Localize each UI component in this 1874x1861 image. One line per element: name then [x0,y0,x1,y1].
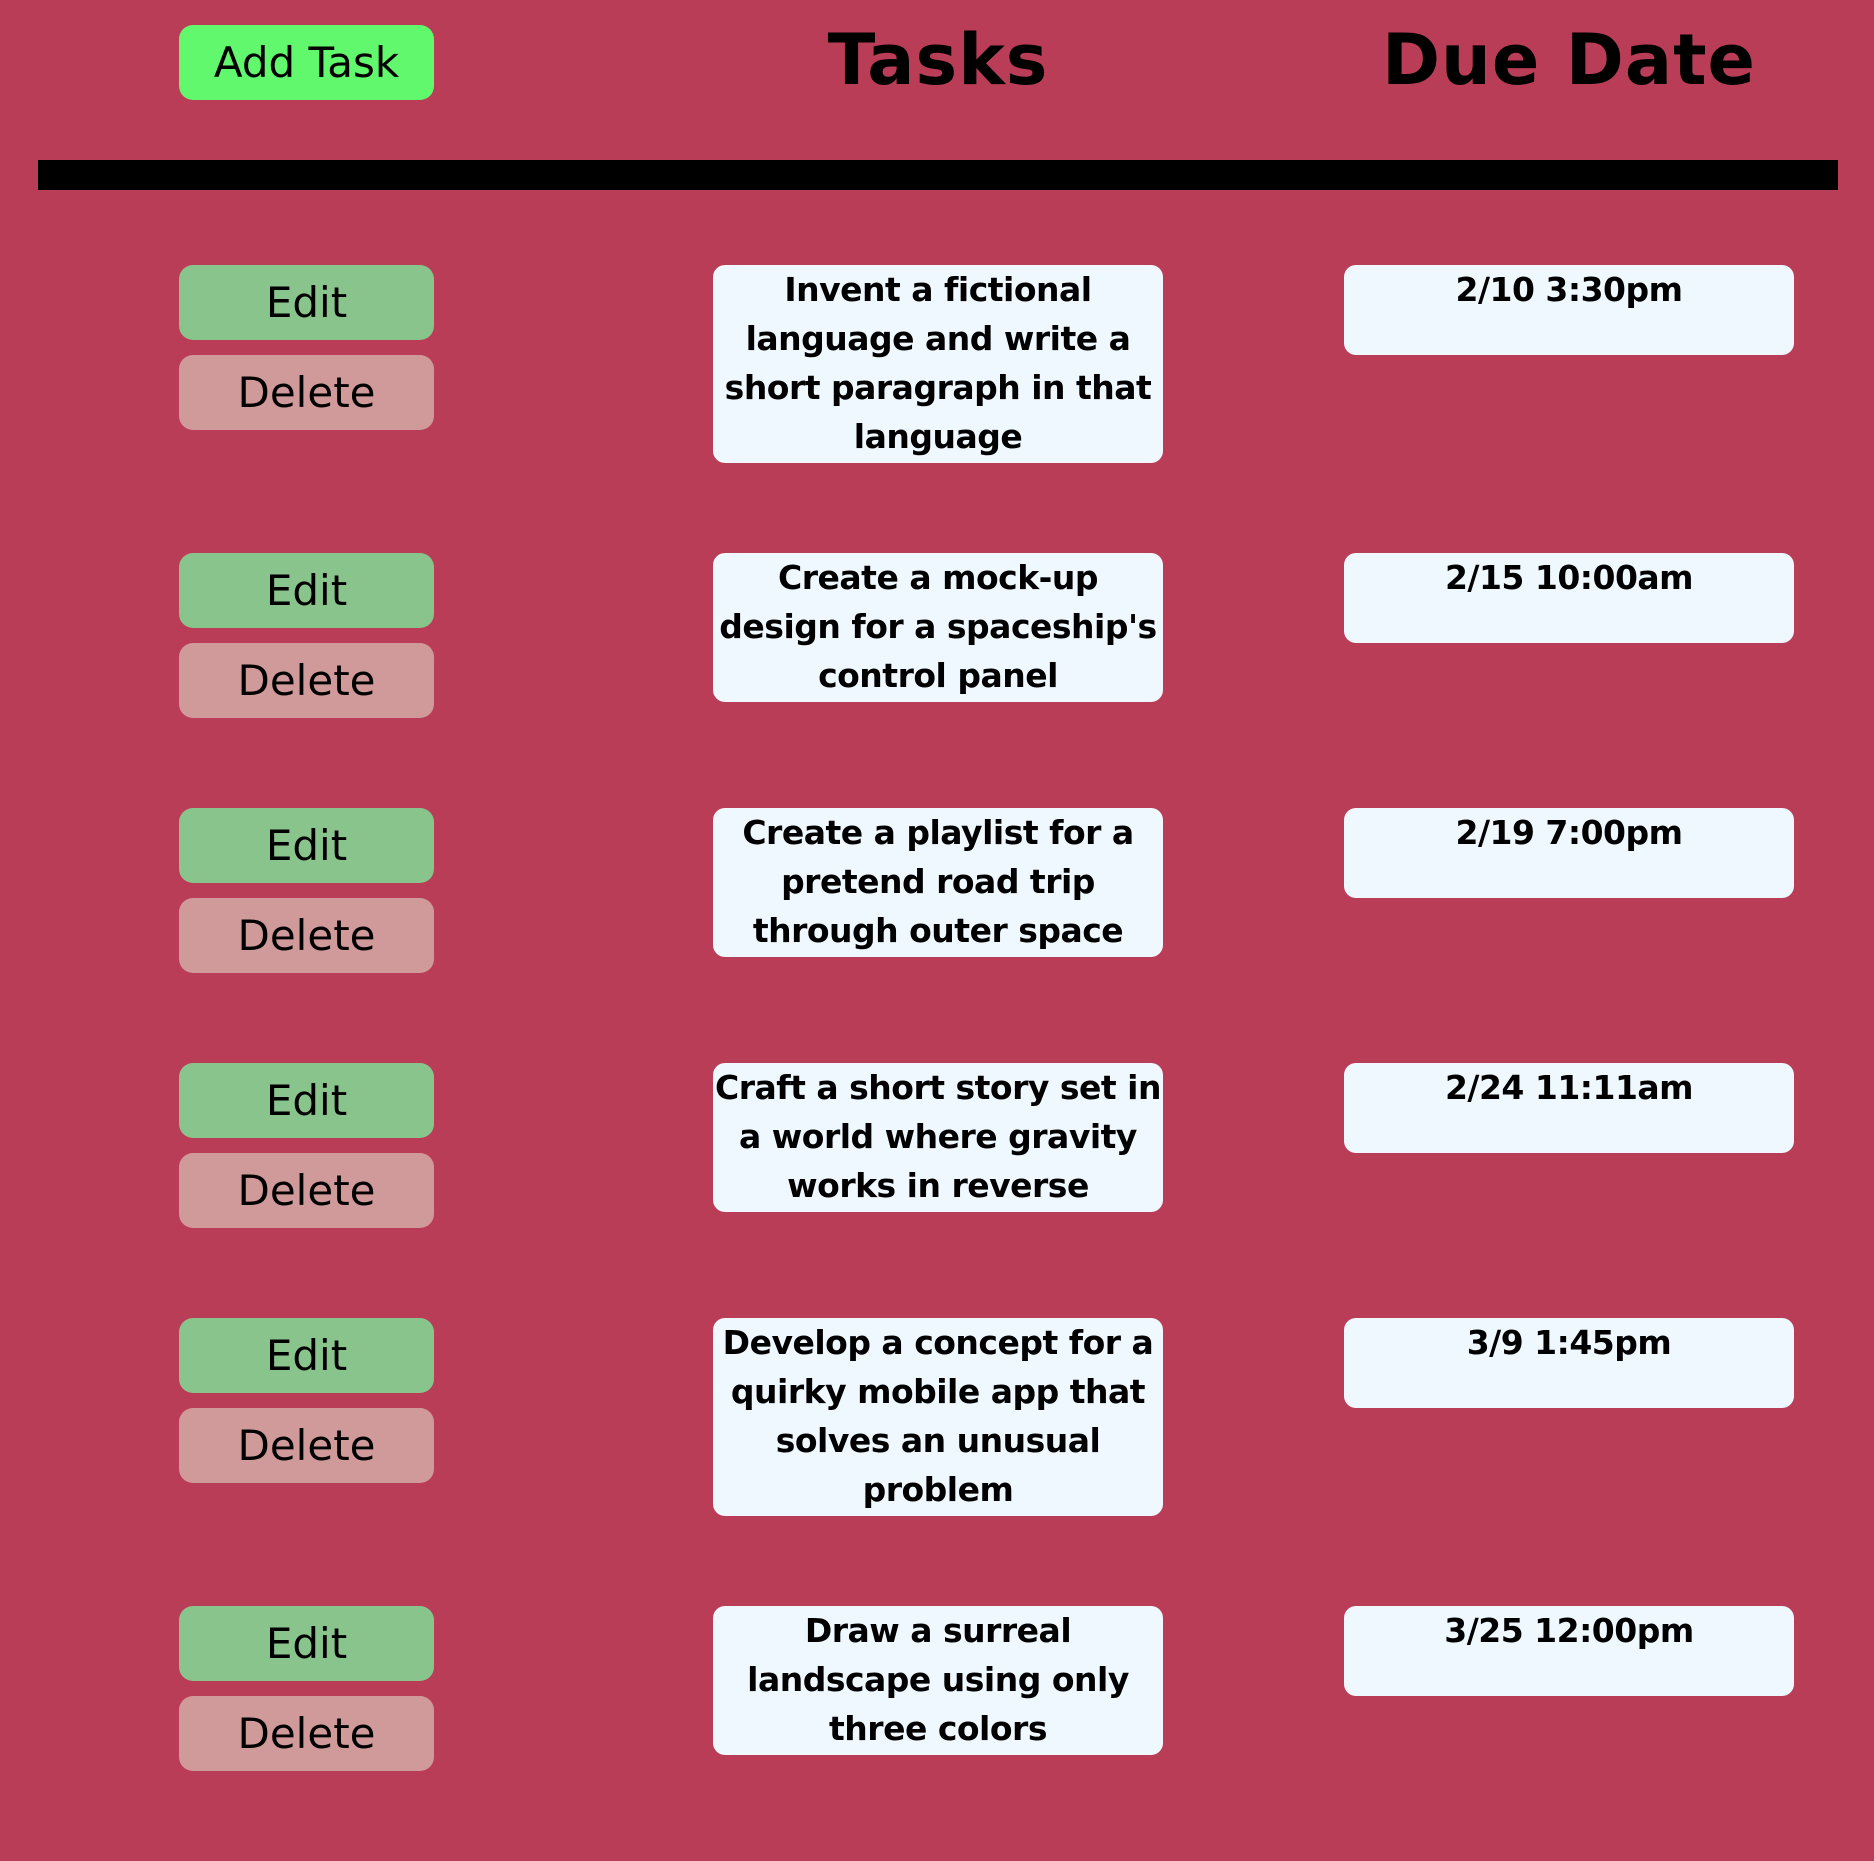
delete-button[interactable]: Delete [179,355,434,430]
task-due-date: 2/15 10:00am [1344,553,1794,643]
task-description: Develop a concept for a quirky mobile ap… [713,1318,1163,1516]
task-due-date: 2/24 11:11am [1344,1063,1794,1153]
task-actions: Edit Delete [179,1063,434,1228]
delete-button[interactable]: Delete [179,1696,434,1771]
task-row: Edit Delete Create a mock-up design for … [0,553,1874,718]
edit-button[interactable]: Edit [179,265,434,340]
task-due-date: 3/9 1:45pm [1344,1318,1794,1408]
edit-button[interactable]: Edit [179,1606,434,1681]
header-divider [38,160,1838,190]
edit-button[interactable]: Edit [179,808,434,883]
task-actions: Edit Delete [179,265,434,430]
task-actions: Edit Delete [179,1318,434,1483]
task-actions: Edit Delete [179,1606,434,1771]
delete-button[interactable]: Delete [179,643,434,718]
edit-button[interactable]: Edit [179,1318,434,1393]
edit-button[interactable]: Edit [179,553,434,628]
task-description: Create a mock-up design for a spaceship'… [713,553,1163,702]
task-actions: Edit Delete [179,553,434,718]
task-due-date: 3/25 12:00pm [1344,1606,1794,1696]
delete-button[interactable]: Delete [179,1153,434,1228]
task-row: Edit Delete Invent a fictional language … [0,265,1874,463]
due-date-column-heading: Due Date [1381,19,1757,101]
header: Add Task Tasks Due Date [0,0,1874,160]
task-row: Edit Delete Create a playlist for a pret… [0,808,1874,973]
task-row: Edit Delete Craft a short story set in a… [0,1063,1874,1228]
add-task-button[interactable]: Add Task [179,25,434,100]
task-description: Invent a fictional language and write a … [713,265,1163,463]
task-description: Create a playlist for a pretend road tri… [713,808,1163,957]
task-description: Craft a short story set in a world where… [713,1063,1163,1212]
task-actions: Edit Delete [179,808,434,973]
task-row: Edit Delete Draw a surreal landscape usi… [0,1606,1874,1771]
tasks-column-heading: Tasks [827,19,1049,101]
delete-button[interactable]: Delete [179,1408,434,1483]
delete-button[interactable]: Delete [179,898,434,973]
task-list: Edit Delete Invent a fictional language … [0,265,1874,1861]
task-description: Draw a surreal landscape using only thre… [713,1606,1163,1755]
task-due-date: 2/10 3:30pm [1344,265,1794,355]
task-due-date: 2/19 7:00pm [1344,808,1794,898]
task-row: Edit Delete Develop a concept for a quir… [0,1318,1874,1516]
edit-button[interactable]: Edit [179,1063,434,1138]
